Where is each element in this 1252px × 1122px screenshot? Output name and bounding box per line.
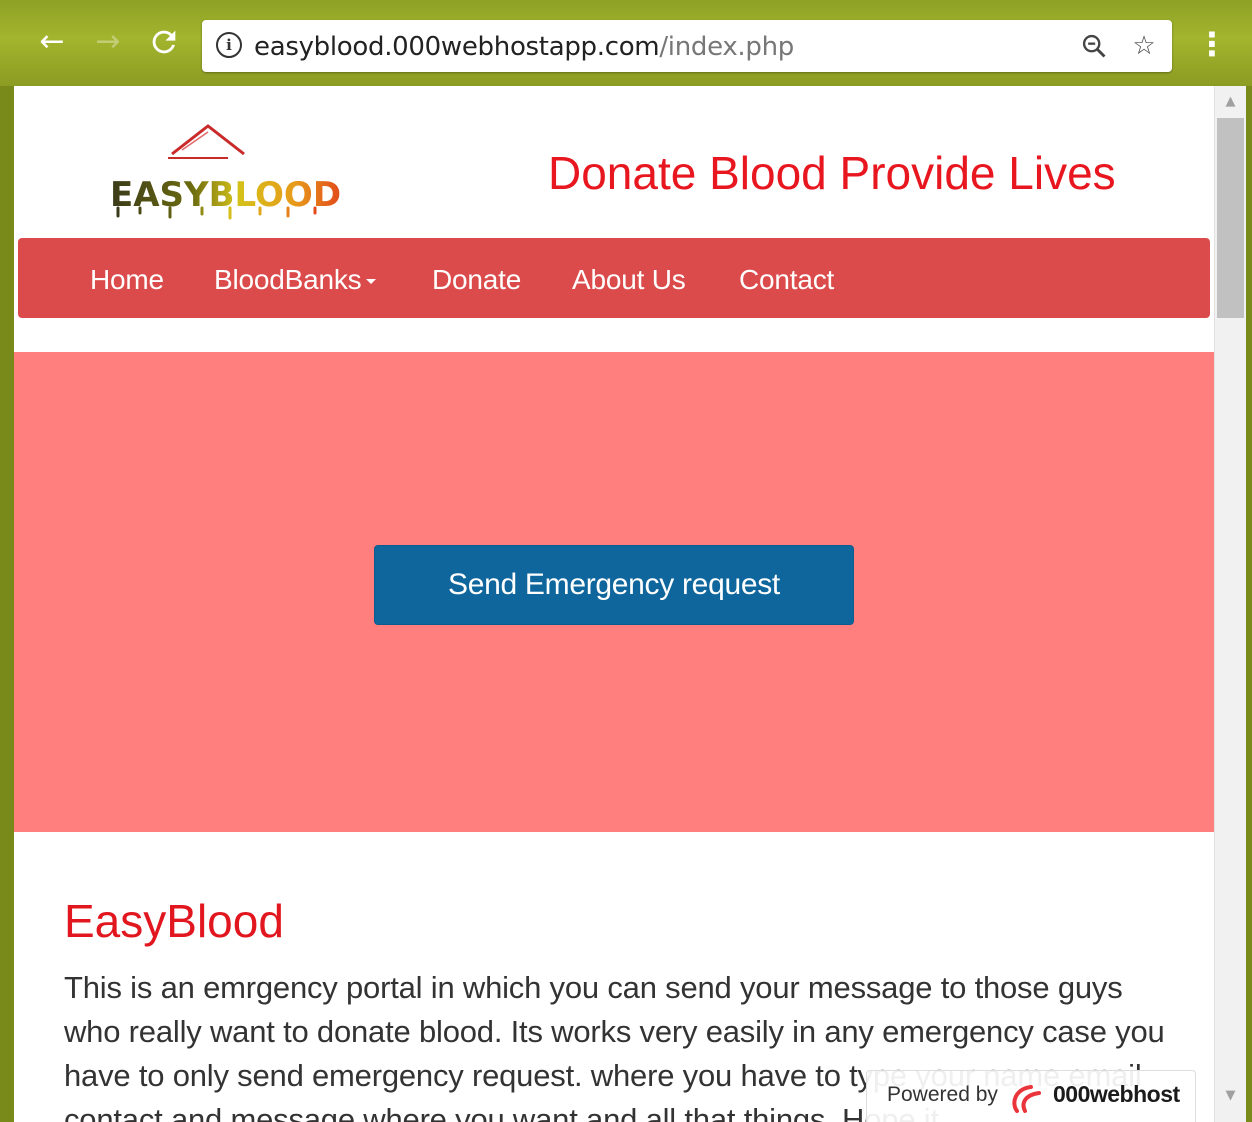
logo-wordmark-text: EASYBLOOD	[110, 175, 340, 215]
url-text[interactable]: easyblood.000webhostapp.com/index.php	[254, 32, 794, 62]
send-emergency-request-button[interactable]: Send Emergency request	[374, 545, 854, 625]
url-path: /index.php	[659, 32, 794, 62]
nav-bloodbanks-label: BloodBanks	[214, 264, 362, 295]
scroll-down-icon[interactable]: ▼	[1215, 1082, 1246, 1110]
webhost-logo-icon	[1012, 1085, 1041, 1113]
about-heading: EasyBlood	[64, 895, 284, 947]
browser-toolbar: ← → i easyblood.000webhostapp.com/index.…	[0, 0, 1252, 86]
browser-menu-icon[interactable]: ⋮	[1196, 22, 1228, 66]
address-bar[interactable]: i easyblood.000webhostapp.com/index.php …	[202, 20, 1172, 72]
site-logo[interactable]: EASYBLOOD	[110, 120, 341, 220]
logo-roof-icon	[168, 124, 245, 159]
nav-about-us[interactable]: About Us	[572, 264, 686, 296]
hero-section: Send Emergency request	[14, 352, 1214, 832]
url-domain: easyblood.000webhostapp.com	[254, 32, 660, 62]
site-info-icon[interactable]: i	[216, 32, 242, 58]
reload-glyph	[152, 30, 176, 54]
bookmark-star-icon[interactable]: ☆	[1126, 28, 1162, 64]
nav-bloodbanks[interactable]: BloodBanks	[214, 264, 377, 296]
powered-by-label: Powered by	[887, 1083, 998, 1106]
page-viewport: EASYBLOOD Donate Blood Provide Lives Hom…	[14, 86, 1214, 1122]
vertical-scrollbar[interactable]: ▲ ▼	[1214, 86, 1246, 1122]
nav-donate[interactable]: Donate	[432, 264, 521, 296]
site-header: EASYBLOOD Donate Blood Provide Lives	[14, 86, 1214, 238]
site-tagline: Donate Blood Provide Lives	[548, 147, 1116, 199]
scroll-up-icon[interactable]: ▲	[1215, 88, 1246, 116]
nav-home[interactable]: Home	[90, 264, 164, 296]
zoom-icon[interactable]	[1076, 28, 1112, 64]
window-frame-left	[0, 86, 14, 1122]
main-navbar: Home BloodBanks Donate About Us Contact	[18, 238, 1210, 318]
reload-icon[interactable]	[144, 22, 184, 62]
powered-by-brand: 000webhost	[1053, 1081, 1180, 1107]
nav-contact[interactable]: Contact	[739, 264, 834, 296]
logo-text: EASYBLOOD	[110, 168, 341, 229]
zoom-glyph	[1082, 34, 1106, 58]
powered-by-badge[interactable]: Powered by 000webhost	[866, 1070, 1196, 1122]
forward-icon[interactable]: →	[88, 22, 128, 62]
chevron-down-icon	[366, 279, 377, 285]
window-frame-right	[1246, 86, 1252, 1122]
scroll-thumb[interactable]	[1217, 118, 1244, 318]
back-icon[interactable]: ←	[32, 22, 72, 62]
logo-wordmark: EASYBLOOD	[110, 175, 341, 220]
